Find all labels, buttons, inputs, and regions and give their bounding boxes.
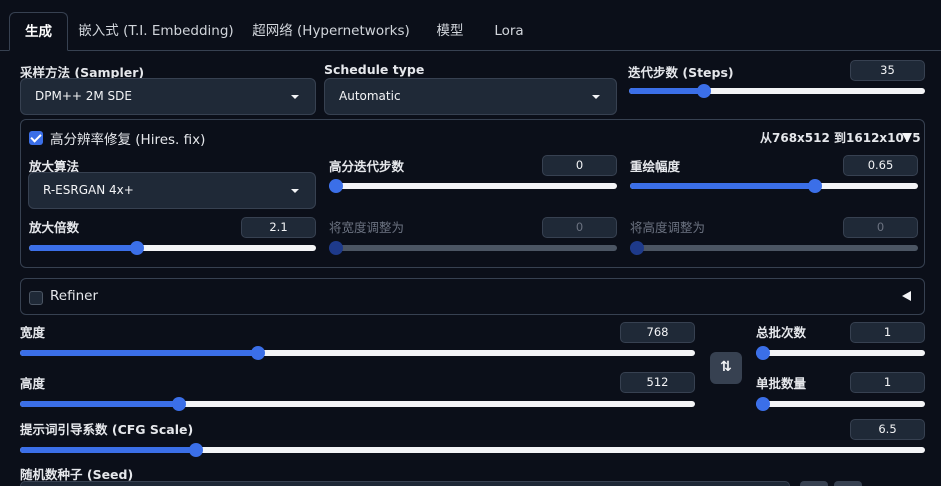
slider-fill xyxy=(20,401,176,407)
slider-track xyxy=(20,401,695,407)
hires-steps-label: 高分迭代步数 xyxy=(329,159,405,174)
tab-lora[interactable]: Lora xyxy=(488,12,530,51)
schedule-value: Automatic xyxy=(339,89,401,103)
height-label: 高度 xyxy=(20,376,46,391)
slider-track xyxy=(756,350,925,356)
denoise-label: 重绘幅度 xyxy=(630,159,681,174)
slider-track xyxy=(329,245,617,251)
swap-dimensions-button[interactable]: ⇅ xyxy=(710,352,742,384)
slider-track xyxy=(629,88,925,94)
slider-thumb[interactable] xyxy=(630,241,644,255)
slider-fill xyxy=(629,88,701,94)
reuse-seed-button[interactable] xyxy=(834,481,862,486)
chevron-down-icon xyxy=(592,95,600,99)
slider-thumb[interactable] xyxy=(251,346,266,360)
batch-count-label: 总批次数 xyxy=(756,325,807,340)
batch-size-input[interactable]: 1 xyxy=(850,372,925,393)
hires-fix-label: 高分辨率修复 (Hires. fix) xyxy=(50,132,206,148)
tab-bar: 生成 嵌入式 (T.I. Embedding) 超网络 (Hypernetwor… xyxy=(0,0,941,51)
slider-thumb[interactable] xyxy=(756,397,770,411)
tab-generate[interactable]: 生成 xyxy=(9,12,68,51)
schedule-label: Schedule type xyxy=(324,62,425,77)
upscaler-value: R-ESRGAN 4x+ xyxy=(43,183,134,197)
slider-track xyxy=(20,350,695,356)
tab-embedding[interactable]: 嵌入式 (T.I. Embedding) xyxy=(76,12,236,51)
batch-count-input[interactable]: 1 xyxy=(850,322,925,343)
slider-thumb[interactable] xyxy=(696,84,711,98)
collapse-arrow-icon[interactable] xyxy=(902,291,911,301)
refiner-label: Refiner xyxy=(50,288,98,304)
refiner-checkbox[interactable] xyxy=(29,291,43,305)
swap-vertical-icon: ⇅ xyxy=(720,359,732,375)
width-input[interactable]: 768 xyxy=(620,322,695,343)
seed-input[interactable] xyxy=(20,481,790,486)
resize-height-label: 将高度调整为 xyxy=(630,220,706,235)
resize-width-slider[interactable] xyxy=(329,241,617,255)
tab-hypernetworks[interactable]: 超网络 (Hypernetworks) xyxy=(248,12,414,51)
hires-fix-checkbox[interactable] xyxy=(29,131,43,145)
chevron-down-icon xyxy=(291,95,299,99)
sampler-value: DPM++ 2M SDE xyxy=(35,89,132,103)
slider-thumb[interactable] xyxy=(756,346,770,360)
upscale-by-input[interactable]: 2.1 xyxy=(241,217,316,238)
upscale-by-label: 放大倍数 xyxy=(29,220,80,235)
slider-fill xyxy=(20,350,257,356)
upscaler-select[interactable]: R-ESRGAN 4x+ xyxy=(28,172,316,209)
resize-height-input[interactable]: 0 xyxy=(843,217,918,238)
denoise-slider[interactable] xyxy=(630,179,918,193)
slider-thumb[interactable] xyxy=(130,241,144,255)
schedule-select[interactable]: Automatic xyxy=(324,78,617,115)
cfg-label: 提示词引导系数 (CFG Scale) xyxy=(20,422,194,437)
slider-fill xyxy=(630,183,818,189)
chevron-down-icon xyxy=(291,189,299,193)
cfg-input[interactable]: 6.5 xyxy=(850,419,925,440)
slider-thumb[interactable] xyxy=(189,443,204,457)
denoise-input[interactable]: 0.65 xyxy=(843,155,918,176)
width-slider[interactable] xyxy=(20,346,695,360)
slider-thumb[interactable] xyxy=(329,179,343,193)
steps-slider[interactable] xyxy=(629,84,925,98)
hires-fix-summary: 从768x512 到1612x1075 xyxy=(760,131,921,145)
batch-size-label: 单批数量 xyxy=(756,376,807,391)
batch-count-slider[interactable] xyxy=(756,346,925,360)
slider-thumb[interactable] xyxy=(329,241,343,255)
tab-models[interactable]: 模型 xyxy=(428,12,472,51)
random-seed-button[interactable] xyxy=(800,481,828,486)
width-label: 宽度 xyxy=(20,325,46,340)
cfg-slider[interactable] xyxy=(20,443,925,457)
steps-input[interactable]: 35 xyxy=(850,60,925,81)
slider-thumb[interactable] xyxy=(172,397,187,411)
resize-height-slider[interactable] xyxy=(630,241,918,255)
height-input[interactable]: 512 xyxy=(620,372,695,393)
hires-steps-input[interactable]: 0 xyxy=(542,155,617,176)
slider-track xyxy=(20,447,925,453)
batch-size-slider[interactable] xyxy=(756,397,925,411)
slider-track xyxy=(630,183,918,189)
collapse-arrow-icon[interactable] xyxy=(902,133,912,142)
slider-track xyxy=(756,401,925,407)
slider-track xyxy=(329,183,617,189)
tab-divider xyxy=(0,50,941,51)
steps-label: 迭代步数 (Steps) xyxy=(628,65,734,80)
slider-thumb[interactable] xyxy=(808,179,823,193)
resize-width-label: 将宽度调整为 xyxy=(329,220,405,235)
hires-steps-slider[interactable] xyxy=(329,179,617,193)
slider-fill xyxy=(29,245,136,251)
slider-track xyxy=(29,245,316,251)
height-slider[interactable] xyxy=(20,397,695,411)
resize-width-input[interactable]: 0 xyxy=(542,217,617,238)
refiner-panel xyxy=(20,278,925,315)
upscale-by-slider[interactable] xyxy=(29,241,316,255)
slider-fill xyxy=(20,447,192,453)
sampler-select[interactable]: DPM++ 2M SDE xyxy=(20,78,316,115)
slider-track xyxy=(630,245,918,251)
